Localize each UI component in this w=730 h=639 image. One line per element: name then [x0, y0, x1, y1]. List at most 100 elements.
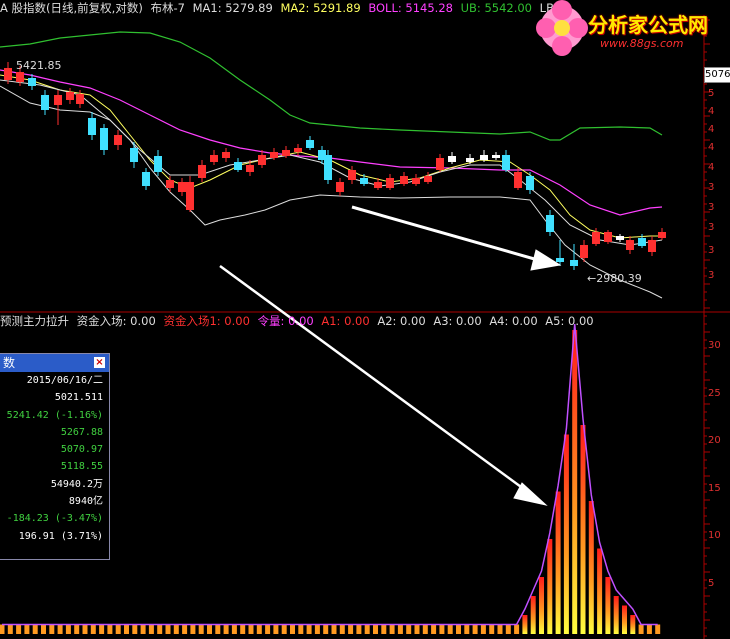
- histogram-bar: [588, 501, 594, 634]
- candle-body: [424, 176, 432, 182]
- a5-value: A5: 0.00: [545, 314, 594, 328]
- histogram-bar: [41, 624, 46, 634]
- histogram-bar: [306, 624, 312, 634]
- a2-value: A2: 0.00: [377, 314, 426, 328]
- candle-body: [648, 240, 656, 252]
- indicator-name[interactable]: 布林-7: [150, 1, 184, 15]
- histogram-bar: [190, 624, 196, 634]
- low-label: ←2980.39: [587, 272, 642, 285]
- candle-body: [66, 92, 74, 100]
- candle-body: [324, 155, 332, 180]
- candle-body: [154, 156, 162, 172]
- indicator-header: 预测主力拉升 资金入场: 0.00 资金入场1: 0.00 令量: 0.00 A…: [0, 313, 598, 329]
- histogram-bar: [439, 624, 445, 634]
- histogram-bar: [563, 434, 569, 634]
- histogram-bar: [124, 624, 129, 634]
- a3-value: A3: 0.00: [433, 314, 482, 328]
- axis-tick-label: 3: [708, 270, 715, 281]
- candle-body: [41, 95, 49, 110]
- candle-body: [336, 182, 344, 192]
- candle-body: [616, 236, 624, 240]
- histogram-bar: [431, 624, 437, 634]
- histogram-bar: [90, 624, 96, 634]
- histogram-bar: [157, 624, 163, 634]
- candle-body: [448, 156, 456, 162]
- histogram-bar: [456, 624, 461, 634]
- boll-value: BOLL: 5145.28: [368, 1, 453, 15]
- data-window-title[interactable]: 数: [0, 354, 109, 372]
- data-window-row: -184.23 (-3.47%): [6, 513, 103, 525]
- histogram-bar: [464, 624, 470, 634]
- candle-body: [348, 170, 356, 180]
- data-window-row: 5070.97: [60, 444, 103, 456]
- histogram-bar: [447, 624, 453, 634]
- axis-tick-label: 15: [708, 483, 721, 494]
- histogram-bar: [24, 624, 30, 634]
- candle-body: [436, 158, 444, 170]
- data-window-row: 5021.511: [54, 392, 103, 404]
- histogram-bar: [182, 624, 188, 634]
- candle-body: [386, 178, 394, 188]
- axis-tick-label: 10: [708, 530, 721, 541]
- axis-tick-label: 25: [708, 388, 721, 399]
- histogram-bar: [0, 624, 5, 634]
- histogram-bar: [57, 624, 63, 634]
- histogram-bar: [240, 624, 246, 634]
- candle-body: [114, 135, 122, 145]
- data-window-row: 5118.55: [60, 461, 103, 473]
- logo-text: 分析家公式网: [588, 13, 708, 37]
- close-icon[interactable]: ×: [94, 357, 105, 368]
- histogram-bar: [472, 624, 478, 634]
- candle-body: [88, 118, 96, 135]
- histogram-bar: [622, 605, 627, 634]
- histogram-bar: [339, 624, 345, 634]
- logo-url[interactable]: www.88gs.com: [600, 37, 683, 50]
- histogram-bar: [580, 425, 586, 634]
- chart-header: A 股指数(日线,前复权,对数) 布林-7 MA1: 5279.89 MA2: …: [0, 0, 573, 16]
- candle-body: [100, 128, 108, 150]
- indicator-title: 预测主力拉升: [0, 314, 69, 328]
- data-window-row: 54940.2万: [50, 478, 103, 490]
- candle-body: [502, 155, 510, 170]
- candle-body: [658, 232, 666, 238]
- histogram-bar: [265, 624, 271, 634]
- histogram-bar: [638, 624, 644, 634]
- axis-tick-label: 3: [708, 202, 715, 213]
- candle-body: [570, 260, 578, 266]
- lb-line: [0, 85, 663, 299]
- data-window[interactable]: 数 × 2015/06/16/二 5021.511 5241.42 (-1.16%)…: [0, 353, 110, 560]
- histogram-bar: [314, 624, 320, 634]
- candle-body: [270, 152, 278, 158]
- candle-body: [178, 182, 186, 192]
- candle-body: [480, 155, 488, 160]
- axis-tick-label: 30: [708, 340, 721, 351]
- candle-body: [54, 95, 62, 105]
- axis-tick-label: 20: [708, 435, 721, 446]
- candle-body: [492, 155, 500, 158]
- histogram-bar: [422, 624, 428, 634]
- histogram-bar: [132, 624, 138, 634]
- candle-body: [16, 72, 24, 82]
- histogram-bar: [331, 624, 337, 634]
- candle-body: [412, 178, 420, 184]
- chart-title: A 股指数(日线,前复权,对数): [0, 1, 143, 15]
- axis-tick-label: 4: [708, 142, 715, 153]
- candle-body: [28, 78, 36, 86]
- candle-body: [142, 172, 150, 186]
- axis-tick-label: 4: [708, 162, 715, 173]
- candle-body: [166, 180, 174, 188]
- candle-body: [294, 148, 302, 152]
- histogram-bar: [273, 624, 279, 634]
- histogram-bar: [140, 624, 146, 634]
- candle-body: [466, 158, 474, 162]
- data-window-rows: 2015/06/16/二 5021.511 5241.42 (-1.16%) 5267…: [0, 372, 109, 545]
- histogram-bar: [414, 624, 420, 634]
- histogram-bar: [173, 624, 179, 634]
- histogram-bar: [348, 624, 354, 634]
- current-price-tag: 5076: [704, 67, 730, 83]
- histogram-bar: [373, 624, 378, 634]
- histogram-bar: [256, 624, 262, 634]
- histogram-bar: [555, 491, 561, 634]
- candle-body: [186, 182, 194, 210]
- histogram-bar: [99, 624, 105, 634]
